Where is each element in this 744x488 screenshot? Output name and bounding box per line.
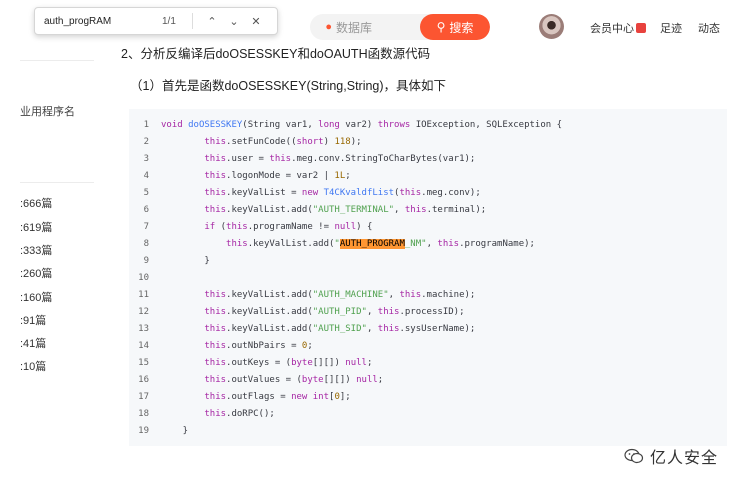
line-number: 9 <box>143 256 149 266</box>
code-text: this.keyValList.add("AUTH_TERMINAL", thi… <box>204 205 487 215</box>
code-line: 7 if (this.programName != null) { <box>129 219 727 236</box>
code-line: 15 this.outKeys = (byte[][]) null; <box>129 355 727 372</box>
find-match-count: 1/1 <box>162 15 176 27</box>
code-line: 17 this.outFlags = new int[0]; <box>129 389 727 406</box>
code-line: 8 this.keyValList.add("AUTH_PROGRAM_NM",… <box>129 236 727 253</box>
line-number: 15 <box>138 358 149 368</box>
gift-icon <box>636 23 646 33</box>
line-number: 8 <box>143 239 149 249</box>
line-number: 5 <box>143 188 149 198</box>
line-number: 7 <box>143 222 149 232</box>
sidebar-title: 业用程序名 <box>20 106 75 118</box>
hot-icon: ● <box>325 21 332 33</box>
code-line: 6 this.keyValList.add("AUTH_TERMINAL", t… <box>129 202 727 219</box>
footprint-link[interactable]: 足迹 <box>660 20 682 36</box>
code-text: this.logonMode = var2 | 1L; <box>204 171 351 181</box>
code-text: this.keyValList.add("AUTH_SID", this.sys… <box>204 324 476 334</box>
code-text: this.outNbPairs = 0; <box>204 341 313 351</box>
code-line: 13 this.keyValList.add("AUTH_SID", this.… <box>129 321 727 338</box>
line-number: 2 <box>143 137 149 147</box>
sidebar-item[interactable]: :333篇 <box>20 242 52 258</box>
code-text: this.outKeys = (byte[][]) null; <box>204 358 373 368</box>
code-text: this.outFlags = new int[0]; <box>204 392 351 402</box>
line-number: 17 <box>138 392 149 402</box>
code-text: this.outValues = (byte[][]) null; <box>204 375 384 385</box>
sidebar-item[interactable]: :160篇 <box>20 289 52 305</box>
line-number: 16 <box>138 375 149 385</box>
code-text: } <box>161 256 210 266</box>
line-number: 14 <box>138 341 149 351</box>
line-number: 6 <box>143 205 149 215</box>
code-text: if (this.programName != null) { <box>204 222 373 232</box>
line-number: 18 <box>138 409 149 419</box>
watermark: 亿人安全 <box>624 444 718 468</box>
line-number: 12 <box>138 307 149 317</box>
wechat-icon <box>624 448 644 464</box>
find-separator <box>192 13 193 29</box>
close-find-button[interactable]: ✕ <box>245 15 267 28</box>
search-button-label: 搜索 <box>449 20 474 35</box>
code-block: 1 void doOSESSKEY(String var1, long var2)… <box>129 109 727 446</box>
code-line: 12 this.keyValList.add("AUTH_PID", this.… <box>129 304 727 321</box>
line-number: 11 <box>138 290 149 300</box>
find-bar: auth_progRAM 1/1 ⌃ ⌄ ✕ <box>34 7 278 35</box>
code-line: 16 this.outValues = (byte[][]) null; <box>129 372 727 389</box>
code-text: void doOSESSKEY(String var1, long var2) … <box>161 120 563 130</box>
avatar[interactable] <box>539 14 564 39</box>
sidebar-item[interactable]: :619篇 <box>20 219 52 235</box>
member-center-link[interactable]: 会员中心 <box>590 20 646 36</box>
line-number: 1 <box>143 120 149 130</box>
search-box[interactable]: ● 数据库 ⚲ 搜索 <box>310 14 490 40</box>
code-line: 5 this.keyValList = new T4CKvaldfList(th… <box>129 185 727 202</box>
code-line: 11 this.keyValList.add("AUTH_MACHINE", t… <box>129 287 727 304</box>
activity-link[interactable]: 动态 <box>698 20 720 36</box>
line-number: 10 <box>138 273 149 283</box>
member-center-label: 会员中心 <box>590 23 634 35</box>
search-icon: ⚲ <box>436 20 446 34</box>
code-text: this.keyValList = new T4CKvaldfList(this… <box>204 188 481 198</box>
code-text: this.doRPC(); <box>204 409 275 419</box>
sidebar-item[interactable]: :41篇 <box>20 335 46 351</box>
line-number: 4 <box>143 171 149 181</box>
code-line: 2 this.setFunCode((short) 118); <box>129 134 727 151</box>
code-text: this.user = this.meg.conv.StringToCharBy… <box>204 154 476 164</box>
code-line: 4 this.logonMode = var2 | 1L; <box>129 168 727 185</box>
code-line: 3 this.user = this.meg.conv.StringToChar… <box>129 151 727 168</box>
code-line: 10 <box>129 270 727 287</box>
code-text: this.setFunCode((short) 118); <box>204 137 362 147</box>
next-match-button[interactable]: ⌄ <box>223 15 245 28</box>
line-number: 3 <box>143 154 149 164</box>
line-number: 13 <box>138 324 149 334</box>
code-text: this.keyValList.add("AUTH_PID", this.pro… <box>204 307 465 317</box>
sidebar-item[interactable]: :666篇 <box>20 195 52 211</box>
code-line: 9 } <box>129 253 727 270</box>
search-button[interactable]: ⚲ 搜索 <box>420 14 490 40</box>
sidebar-item[interactable]: :10篇 <box>20 358 46 374</box>
line-number: 19 <box>138 426 149 436</box>
code-text: this.keyValList.add("AUTH_MACHINE", this… <box>204 290 476 300</box>
section-heading: 2、分析反编译后doOSESSKEY和doOAUTH函数源代码 <box>121 47 431 61</box>
watermark-text: 亿人安全 <box>650 450 719 467</box>
code-line: 14 this.outNbPairs = 0; <box>129 338 727 355</box>
subsection-heading: （1）首先是函数doOSESSKEY(String,String)，具体如下 <box>130 79 447 93</box>
code-line: 1 void doOSESSKEY(String var1, long var2)… <box>129 117 727 134</box>
sidebar-divider <box>20 182 94 183</box>
code-line: 19 } <box>129 423 727 440</box>
previous-match-button[interactable]: ⌃ <box>201 15 223 28</box>
code-text: } <box>161 426 189 436</box>
find-input[interactable]: auth_progRAM <box>44 16 162 27</box>
code-text: this.keyValList.add("AUTH_PROGRAM_NM", t… <box>226 239 535 249</box>
sidebar-divider <box>20 60 94 61</box>
search-highlight: AUTH_PROGRAM <box>339 239 405 249</box>
sidebar-item[interactable]: :260篇 <box>20 265 52 281</box>
code-line: 18 this.doRPC(); <box>129 406 727 423</box>
sidebar-item[interactable]: :91篇 <box>20 312 46 328</box>
